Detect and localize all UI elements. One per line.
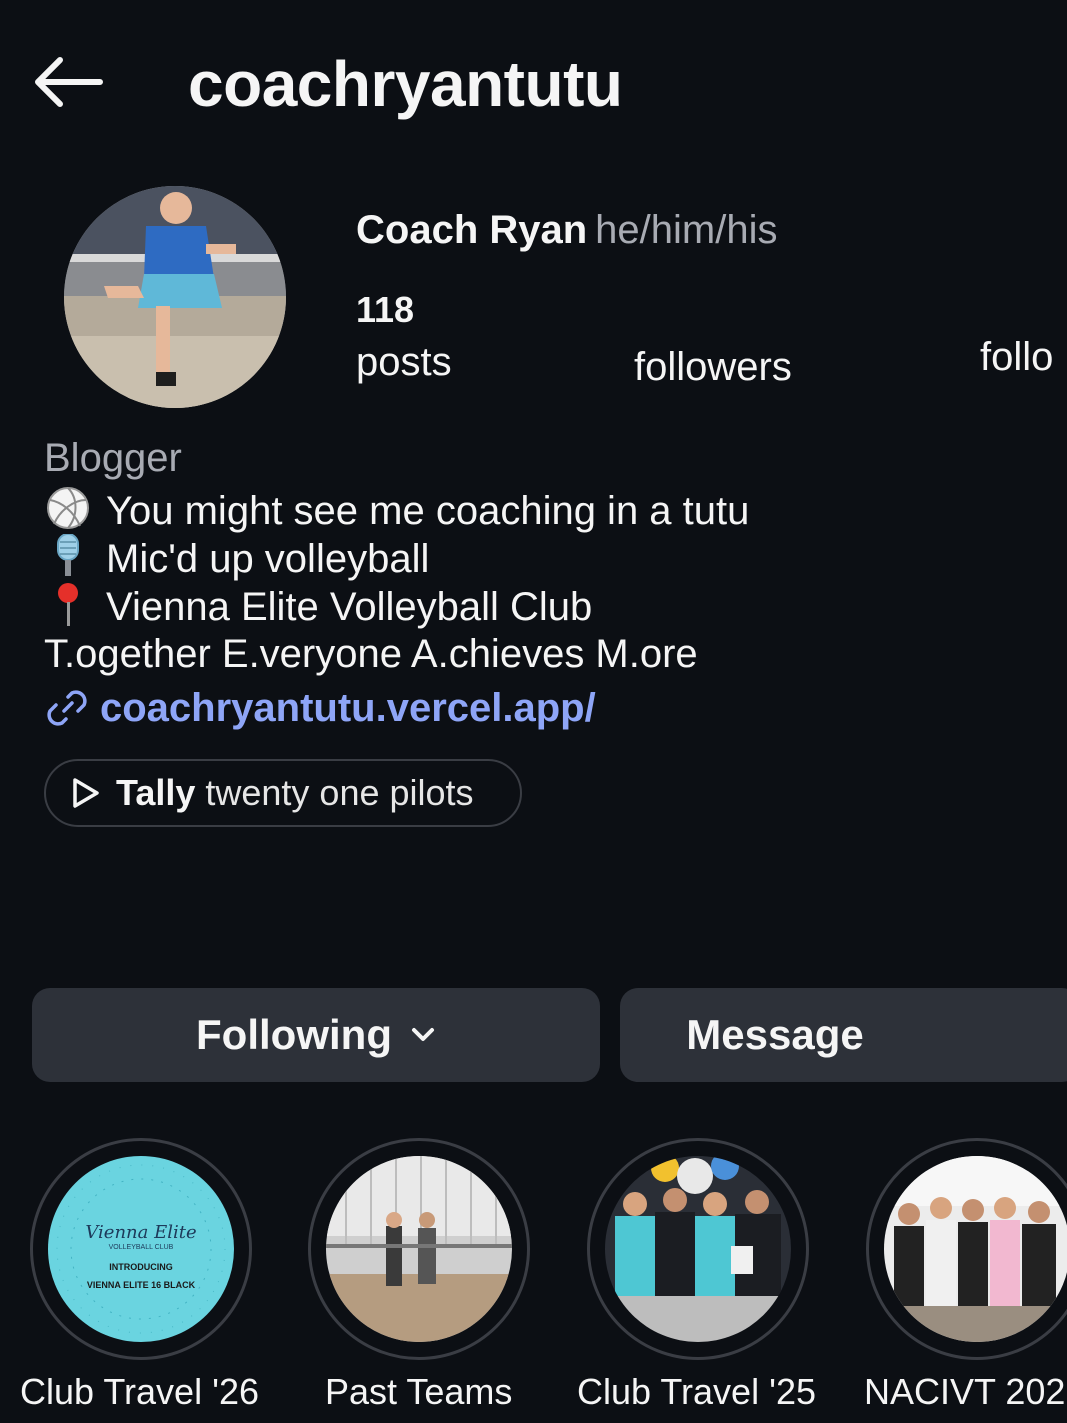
bio-text-2: Mic'd up volleyball xyxy=(106,537,430,581)
link-icon xyxy=(47,690,87,726)
chevron-down-icon xyxy=(411,1028,434,1041)
following-button-label: Following xyxy=(196,1011,392,1058)
profile-link[interactable]: coachryantutu.vercel.app/ xyxy=(44,684,596,732)
highlight-cover-4 xyxy=(884,1156,1067,1342)
highlight-cover-1: Vienna Elite VOLLEYBALL CLUB INTRODUCING… xyxy=(48,1156,234,1342)
highlight-photo-3 xyxy=(605,1156,791,1342)
bio-motto: T.ogether E.veryone A.chieves M.ore xyxy=(44,632,698,676)
highlight-ring xyxy=(866,1138,1067,1360)
highlight-ring xyxy=(308,1138,530,1360)
message-button-label: Message xyxy=(686,1011,864,1058)
microphone-icon xyxy=(57,534,79,576)
highlight-label-1: Club Travel '26 xyxy=(20,1371,259,1412)
pronouns: he/him/his xyxy=(595,208,778,252)
song-title: Tally xyxy=(116,772,196,813)
bio-text-3: Vienna Elite Volleyball Club xyxy=(106,585,593,629)
highlight-ring xyxy=(587,1138,809,1360)
bio-line-3: Vienna Elite Volleyball Club xyxy=(44,582,592,631)
highlight-label-4: NACIVT 202 xyxy=(864,1371,1066,1412)
bio-line-1: You might see me coaching in a tutu xyxy=(44,486,749,535)
profile-category: Blogger xyxy=(44,436,182,480)
avatar[interactable] xyxy=(64,186,286,408)
cover-line2: VIENNA ELITE 16 BLACK xyxy=(86,1280,196,1290)
highlight-label-2: Past Teams xyxy=(325,1371,513,1412)
highlight-photo-4 xyxy=(884,1156,1067,1342)
play-icon xyxy=(73,778,99,808)
arrow-left-icon xyxy=(35,57,103,107)
highlight-cover-3 xyxy=(605,1156,791,1342)
display-name: Coach Ryan xyxy=(356,208,588,252)
back-button[interactable] xyxy=(30,50,106,114)
highlight-4[interactable] xyxy=(866,1138,1067,1360)
highlight-cover-2 xyxy=(326,1156,512,1342)
following-button[interactable]: Following xyxy=(32,988,600,1082)
song-artist: twenty one pilots xyxy=(205,772,474,813)
cover-subtitle: VOLLEYBALL CLUB xyxy=(108,1244,174,1251)
highlight-label-3: Club Travel '25 xyxy=(577,1371,816,1412)
avatar-photo xyxy=(64,186,286,408)
posts-count: 118 xyxy=(356,289,415,330)
music-pill[interactable]: Tally twenty one pilots xyxy=(44,759,522,827)
highlight-2[interactable] xyxy=(308,1138,530,1360)
volleyball-icon xyxy=(47,487,89,529)
highlight-1[interactable]: Vienna Elite VOLLEYBALL CLUB INTRODUCING… xyxy=(30,1138,252,1360)
cover-title: Vienna Elite xyxy=(85,1222,197,1243)
bio-text-1: You might see me coaching in a tutu xyxy=(106,489,750,533)
highlight-ring: Vienna Elite VOLLEYBALL CLUB INTRODUCING… xyxy=(30,1138,252,1360)
followers-label[interactable]: followers xyxy=(634,343,792,391)
profile-link-text[interactable]: coachryantutu.vercel.app/ xyxy=(100,684,596,732)
highlight-3[interactable] xyxy=(587,1138,809,1360)
profile-username: coachryantutu xyxy=(188,48,623,120)
message-button[interactable]: Message xyxy=(620,988,1067,1082)
highlight-photo-2 xyxy=(326,1156,512,1342)
following-stat-label[interactable]: follo xyxy=(980,333,1053,381)
name-row: Coach Ryan he/him/his xyxy=(356,206,777,254)
bio-line-2: Mic'd up volleyball xyxy=(44,534,429,583)
pin-icon xyxy=(58,583,78,626)
posts-label[interactable]: posts xyxy=(356,338,452,386)
cover-line1: INTRODUCING xyxy=(109,1262,173,1272)
